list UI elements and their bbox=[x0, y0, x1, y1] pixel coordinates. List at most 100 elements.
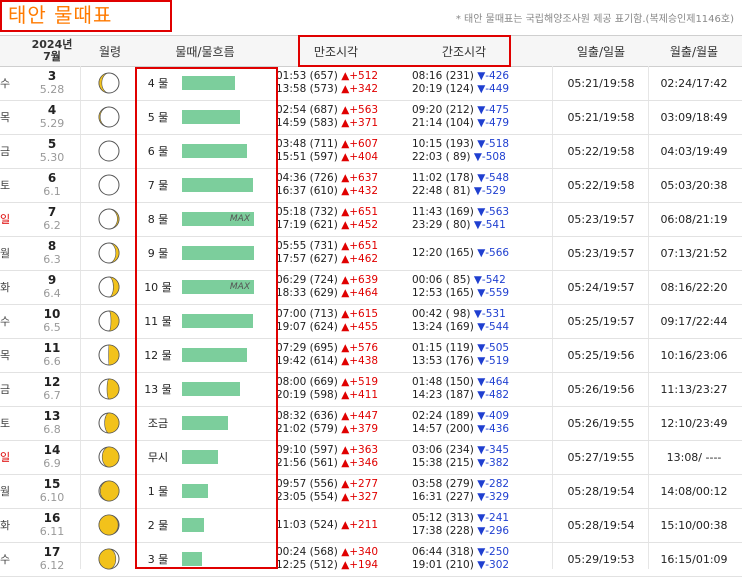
tide-strength-bar bbox=[182, 348, 247, 362]
high-tide-2-diff: ▲+438 bbox=[341, 355, 379, 367]
low-tide-1: 06:44 (318) bbox=[412, 546, 474, 558]
low-tide-1: 01:15 (119) bbox=[412, 342, 474, 354]
high-tide-cell: 02:54 (687) ▲+563 14:59 (583) ▲+371 bbox=[276, 100, 414, 134]
tide-label: 조금 bbox=[147, 417, 169, 430]
moon-phase-icon bbox=[96, 440, 122, 474]
header-low-tide: 간조시각 bbox=[441, 44, 487, 59]
header-tide: 물때/물흐름 bbox=[175, 44, 235, 59]
lunar-date: 6.4 bbox=[43, 287, 61, 300]
weekday: 목 bbox=[0, 111, 11, 124]
date-cell: 9 6.4 bbox=[30, 270, 74, 304]
high-tide-1-diff: ▲+576 bbox=[341, 342, 379, 354]
tide-strength-bar bbox=[182, 416, 228, 430]
date-cell: 16 6.11 bbox=[30, 508, 74, 542]
tide-label: 3 물 bbox=[147, 553, 169, 566]
tide-bar-cell bbox=[182, 542, 260, 576]
high-tide-2-diff: ▲+342 bbox=[341, 83, 379, 95]
date-cell: 14 6.9 bbox=[30, 440, 74, 474]
weekday: 토 bbox=[0, 417, 11, 430]
weekday: 수 bbox=[0, 77, 11, 90]
header-high-tide: 만조시각 bbox=[313, 44, 359, 59]
high-tide-1-diff: ▲+519 bbox=[341, 376, 379, 388]
solar-day: 15 bbox=[43, 477, 61, 491]
tide-strength-bar: MAX bbox=[182, 280, 254, 294]
tide-bar-cell bbox=[182, 406, 260, 440]
moonrise-moonset: 16:15/01:09 bbox=[660, 552, 728, 566]
tide-bar-cell bbox=[182, 236, 260, 270]
sunrise-sunset: 05:21/19:58 bbox=[567, 76, 635, 90]
weekday: 월 bbox=[0, 485, 11, 498]
header-moon-phase: 월령 bbox=[98, 44, 122, 59]
high-tide-1: 08:00 (669) bbox=[276, 376, 338, 388]
tide-label: 9 물 bbox=[147, 247, 169, 260]
low-tide-2-diff: ▼-302 bbox=[477, 559, 510, 571]
tide-label: 11 물 bbox=[144, 315, 172, 328]
moonrise-moonset: 04:03/19:49 bbox=[660, 144, 728, 158]
date-cell: 15 6.10 bbox=[30, 474, 74, 508]
low-tide-1-diff: ▼-563 bbox=[477, 206, 510, 218]
high-tide-1: 03:48 (711) bbox=[276, 138, 338, 150]
table-row: 수 3 5.28 4 물 01:53 (657) ▲+512 13:58 (57… bbox=[0, 66, 742, 101]
table-header: 2024년 7월 월령 물때/물흐름 만조시각 간조시각 일출/일몰 월출/월몰 bbox=[0, 35, 742, 67]
solar-day: 3 bbox=[47, 69, 57, 83]
high-tide-1-diff: ▲+211 bbox=[341, 518, 379, 531]
lunar-date: 5.29 bbox=[39, 117, 65, 130]
weekday: 목 bbox=[0, 349, 11, 362]
high-tide-cell: 09:10 (597) ▲+363 21:56 (561) ▲+346 bbox=[276, 440, 414, 474]
high-tide-2-diff: ▲+346 bbox=[341, 457, 379, 469]
low-tide-1-diff: ▼-241 bbox=[477, 512, 510, 524]
moon-phase-icon bbox=[96, 304, 122, 338]
low-tide-2-diff: ▼-541 bbox=[473, 219, 506, 231]
tide-bar-cell bbox=[182, 168, 260, 202]
low-tide-2-diff: ▼-296 bbox=[477, 525, 510, 537]
tide-label: 1 물 bbox=[147, 485, 169, 498]
tide-bar-cell bbox=[182, 100, 260, 134]
high-tide-1-diff: ▲+340 bbox=[341, 546, 379, 558]
high-tide-1: 07:29 (695) bbox=[276, 342, 338, 354]
high-tide-2: 13:58 (573) bbox=[276, 83, 338, 95]
moonrise-moonset: 10:16/23:06 bbox=[660, 348, 728, 362]
table-row: 일 14 6.9 무시 09:10 (597) ▲+363 21:56 (561… bbox=[0, 440, 742, 475]
low-tide-cell: 06:44 (318) ▼-250 19:01 (210) ▼-302 bbox=[412, 542, 552, 576]
high-tide-1: 01:53 (657) bbox=[276, 70, 338, 82]
moonrise-moonset: 06:08/21:19 bbox=[660, 212, 728, 226]
low-tide-cell: 01:48 (150) ▼-464 14:23 (187) ▼-482 bbox=[412, 372, 552, 406]
sunrise-sunset: 05:27/19:55 bbox=[567, 450, 635, 464]
moon-phase-icon bbox=[96, 474, 122, 508]
header-date: 2024년 7월 bbox=[30, 36, 74, 66]
low-tide-1-diff: ▼-505 bbox=[477, 342, 510, 354]
low-tide-2: 22:48 ( 81) bbox=[412, 185, 471, 197]
tide-strength-bar bbox=[182, 382, 240, 396]
lunar-date: 6.9 bbox=[43, 457, 61, 470]
low-tide-1: 11:43 (169) bbox=[412, 206, 474, 218]
low-tide-2-diff: ▼-508 bbox=[473, 151, 506, 163]
low-tide-1-diff: ▼-531 bbox=[473, 308, 506, 320]
high-tide-2-diff: ▲+464 bbox=[341, 287, 379, 299]
table-row: 월 15 6.10 1 물 09:57 (556) ▲+277 23:05 (5… bbox=[0, 474, 742, 509]
low-tide-cell: 08:16 (231) ▼-426 20:19 (124) ▼-449 bbox=[412, 66, 552, 100]
weekday: 수 bbox=[0, 315, 11, 328]
weekday: 토 bbox=[0, 179, 11, 192]
high-tide-2-diff: ▲+462 bbox=[341, 253, 379, 265]
tide-strength-bar bbox=[182, 450, 218, 464]
high-tide-1: 05:55 (731) bbox=[276, 240, 338, 252]
low-tide-2-diff: ▼-529 bbox=[473, 185, 506, 197]
max-label: MAX bbox=[229, 282, 250, 292]
high-tide-1: 04:36 (726) bbox=[276, 172, 338, 184]
low-tide-2-diff: ▼-479 bbox=[477, 117, 510, 129]
tide-bar-cell bbox=[182, 338, 260, 372]
low-tide-1-diff: ▼-475 bbox=[477, 104, 510, 116]
low-tide-1-diff: ▼-250 bbox=[477, 546, 510, 558]
tide-strength-bar bbox=[182, 246, 254, 260]
low-tide-1-diff: ▼-542 bbox=[473, 274, 506, 286]
low-tide-2-diff: ▼-559 bbox=[477, 287, 510, 299]
sunrise-sunset: 05:28/19:54 bbox=[567, 484, 635, 498]
high-tide-cell: 03:48 (711) ▲+607 15:51 (597) ▲+404 bbox=[276, 134, 414, 168]
date-cell: 4 5.29 bbox=[30, 100, 74, 134]
high-tide-1-diff: ▲+512 bbox=[341, 70, 379, 82]
low-tide-cell: 10:15 (193) ▼-518 22:03 ( 89) ▼-508 bbox=[412, 134, 552, 168]
low-tide-cell: 00:06 ( 85) ▼-542 12:53 (165) ▼-559 bbox=[412, 270, 552, 304]
date-cell: 6 6.1 bbox=[30, 168, 74, 202]
tide-label: 6 물 bbox=[147, 145, 169, 158]
low-tide-2: 12:53 (165) bbox=[412, 287, 474, 299]
